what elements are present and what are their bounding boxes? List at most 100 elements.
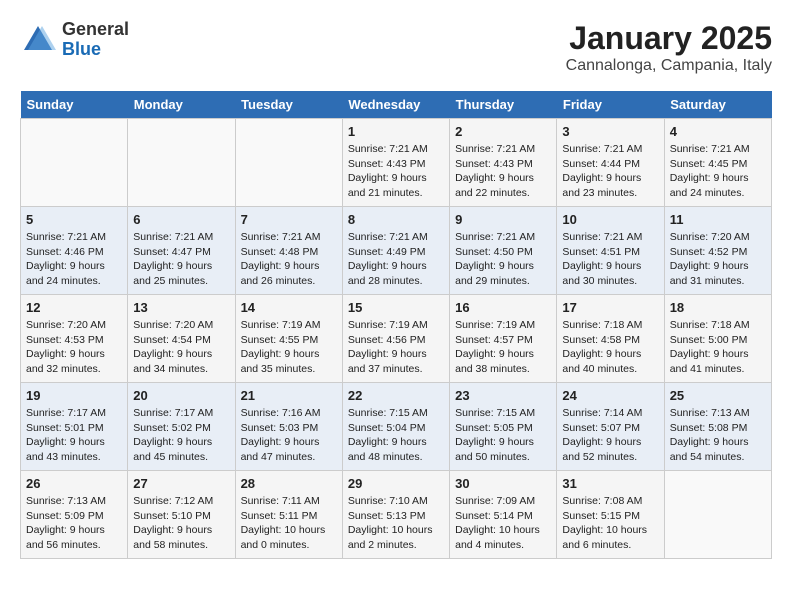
day-number: 30: [455, 476, 551, 491]
cell-content: Sunrise: 7:19 AM Sunset: 4:55 PM Dayligh…: [241, 318, 337, 377]
day-number: 8: [348, 212, 444, 227]
day-number: 29: [348, 476, 444, 491]
day-number: 9: [455, 212, 551, 227]
cell-content: Sunrise: 7:21 AM Sunset: 4:45 PM Dayligh…: [670, 142, 766, 201]
day-number: 3: [562, 124, 658, 139]
day-number: 16: [455, 300, 551, 315]
calendar-cell: 13 Sunrise: 7:20 AM Sunset: 4:54 PM Dayli…: [128, 295, 235, 383]
calendar-cell: 19 Sunrise: 7:17 AM Sunset: 5:01 PM Dayli…: [21, 383, 128, 471]
calendar-cell: 6 Sunrise: 7:21 AM Sunset: 4:47 PM Daylig…: [128, 207, 235, 295]
page-header: General Blue January 2025 Cannalonga, Ca…: [20, 20, 772, 75]
weekday-header-row: SundayMondayTuesdayWednesdayThursdayFrid…: [21, 91, 772, 119]
calendar-cell: 20 Sunrise: 7:17 AM Sunset: 5:02 PM Dayli…: [128, 383, 235, 471]
calendar-cell: 1 Sunrise: 7:21 AM Sunset: 4:43 PM Daylig…: [342, 119, 449, 207]
cell-content: Sunrise: 7:21 AM Sunset: 4:43 PM Dayligh…: [348, 142, 444, 201]
day-number: 4: [670, 124, 766, 139]
calendar-cell: 14Sunrise: 7:19 AM Sunset: 4:55 PM Dayli…: [235, 295, 342, 383]
calendar-subtitle: Cannalonga, Campania, Italy: [566, 57, 772, 75]
calendar-cell: 26 Sunrise: 7:13 AM Sunset: 5:09 PM Dayli…: [21, 471, 128, 559]
calendar-cell: [235, 119, 342, 207]
calendar-cell: 25 Sunrise: 7:13 AM Sunset: 5:08 PM Dayli…: [664, 383, 771, 471]
week-row-1: 1 Sunrise: 7:21 AM Sunset: 4:43 PM Daylig…: [21, 119, 772, 207]
cell-content: Sunrise: 7:12 AM Sunset: 5:10 PM Dayligh…: [133, 494, 229, 553]
cell-content: Sunrise: 7:08 AM Sunset: 5:15 PM Dayligh…: [562, 494, 658, 553]
calendar-cell: 31 Sunrise: 7:08 AM Sunset: 5:15 PM Dayli…: [557, 471, 664, 559]
weekday-header-thursday: Thursday: [450, 91, 557, 119]
cell-content: Sunrise: 7:18 AM Sunset: 4:58 PM Dayligh…: [562, 318, 658, 377]
calendar-cell: 29 Sunrise: 7:10 AM Sunset: 5:13 PM Dayli…: [342, 471, 449, 559]
weekday-header-tuesday: Tuesday: [235, 91, 342, 119]
week-row-3: 12Sunrise: 7:20 AM Sunset: 4:53 PM Dayli…: [21, 295, 772, 383]
day-number: 5: [26, 212, 122, 227]
logo-icon: [20, 22, 56, 58]
calendar-cell: [21, 119, 128, 207]
calendar-title: January 2025: [566, 20, 772, 57]
cell-content: Sunrise: 7:17 AM Sunset: 5:02 PM Dayligh…: [133, 406, 229, 465]
day-number: 19: [26, 388, 122, 403]
cell-content: Sunrise: 7:21 AM Sunset: 4:44 PM Dayligh…: [562, 142, 658, 201]
week-row-5: 26 Sunrise: 7:13 AM Sunset: 5:09 PM Dayli…: [21, 471, 772, 559]
cell-content: Sunrise: 7:20 AM Sunset: 4:54 PM Dayligh…: [133, 318, 229, 377]
cell-content: Sunrise: 7:19 AM Sunset: 4:57 PM Dayligh…: [455, 318, 551, 377]
logo-blue: Blue: [62, 39, 101, 59]
day-number: 18: [670, 300, 766, 315]
day-number: 23: [455, 388, 551, 403]
calendar-table: SundayMondayTuesdayWednesdayThursdayFrid…: [20, 91, 772, 559]
day-number: 27: [133, 476, 229, 491]
cell-content: Sunrise: 7:21 AM Sunset: 4:51 PM Dayligh…: [562, 230, 658, 289]
cell-content: Sunrise: 7:17 AM Sunset: 5:01 PM Dayligh…: [26, 406, 122, 465]
day-number: 12: [26, 300, 122, 315]
day-number: 11: [670, 212, 766, 227]
cell-content: Sunrise: 7:15 AM Sunset: 5:05 PM Dayligh…: [455, 406, 551, 465]
calendar-cell: 4 Sunrise: 7:21 AM Sunset: 4:45 PM Daylig…: [664, 119, 771, 207]
calendar-cell: 24Sunrise: 7:14 AM Sunset: 5:07 PM Dayli…: [557, 383, 664, 471]
weekday-header-saturday: Saturday: [664, 91, 771, 119]
day-number: 1: [348, 124, 444, 139]
cell-content: Sunrise: 7:20 AM Sunset: 4:52 PM Dayligh…: [670, 230, 766, 289]
calendar-cell: [664, 471, 771, 559]
cell-content: Sunrise: 7:21 AM Sunset: 4:50 PM Dayligh…: [455, 230, 551, 289]
cell-content: Sunrise: 7:21 AM Sunset: 4:47 PM Dayligh…: [133, 230, 229, 289]
calendar-cell: 27 Sunrise: 7:12 AM Sunset: 5:10 PM Dayli…: [128, 471, 235, 559]
day-number: 21: [241, 388, 337, 403]
cell-content: Sunrise: 7:11 AM Sunset: 5:11 PM Dayligh…: [241, 494, 337, 553]
cell-content: Sunrise: 7:21 AM Sunset: 4:48 PM Dayligh…: [241, 230, 337, 289]
cell-content: Sunrise: 7:09 AM Sunset: 5:14 PM Dayligh…: [455, 494, 551, 553]
day-number: 2: [455, 124, 551, 139]
calendar-cell: 5Sunrise: 7:21 AM Sunset: 4:46 PM Daylig…: [21, 207, 128, 295]
week-row-4: 19 Sunrise: 7:17 AM Sunset: 5:01 PM Dayli…: [21, 383, 772, 471]
weekday-header-wednesday: Wednesday: [342, 91, 449, 119]
week-row-2: 5Sunrise: 7:21 AM Sunset: 4:46 PM Daylig…: [21, 207, 772, 295]
day-number: 15: [348, 300, 444, 315]
cell-content: Sunrise: 7:18 AM Sunset: 5:00 PM Dayligh…: [670, 318, 766, 377]
cell-content: Sunrise: 7:13 AM Sunset: 5:09 PM Dayligh…: [26, 494, 122, 553]
day-number: 13: [133, 300, 229, 315]
calendar-cell: 11 Sunrise: 7:20 AM Sunset: 4:52 PM Dayli…: [664, 207, 771, 295]
cell-content: Sunrise: 7:10 AM Sunset: 5:13 PM Dayligh…: [348, 494, 444, 553]
cell-content: Sunrise: 7:19 AM Sunset: 4:56 PM Dayligh…: [348, 318, 444, 377]
weekday-header-monday: Monday: [128, 91, 235, 119]
calendar-cell: [128, 119, 235, 207]
day-number: 7: [241, 212, 337, 227]
day-number: 22: [348, 388, 444, 403]
calendar-cell: 21Sunrise: 7:16 AM Sunset: 5:03 PM Dayli…: [235, 383, 342, 471]
day-number: 25: [670, 388, 766, 403]
logo-general: General: [62, 19, 129, 39]
day-number: 31: [562, 476, 658, 491]
calendar-cell: 30 Sunrise: 7:09 AM Sunset: 5:14 PM Dayli…: [450, 471, 557, 559]
cell-content: Sunrise: 7:15 AM Sunset: 5:04 PM Dayligh…: [348, 406, 444, 465]
weekday-header-sunday: Sunday: [21, 91, 128, 119]
day-number: 26: [26, 476, 122, 491]
calendar-cell: 23 Sunrise: 7:15 AM Sunset: 5:05 PM Dayli…: [450, 383, 557, 471]
day-number: 6: [133, 212, 229, 227]
day-number: 20: [133, 388, 229, 403]
day-number: 28: [241, 476, 337, 491]
calendar-cell: 3 Sunrise: 7:21 AM Sunset: 4:44 PM Daylig…: [557, 119, 664, 207]
calendar-cell: 2Sunrise: 7:21 AM Sunset: 4:43 PM Daylig…: [450, 119, 557, 207]
calendar-cell: 8Sunrise: 7:21 AM Sunset: 4:49 PM Daylig…: [342, 207, 449, 295]
cell-content: Sunrise: 7:13 AM Sunset: 5:08 PM Dayligh…: [670, 406, 766, 465]
calendar-cell: 22 Sunrise: 7:15 AM Sunset: 5:04 PM Dayli…: [342, 383, 449, 471]
cell-content: Sunrise: 7:14 AM Sunset: 5:07 PM Dayligh…: [562, 406, 658, 465]
title-block: January 2025 Cannalonga, Campania, Italy: [566, 20, 772, 75]
day-number: 17: [562, 300, 658, 315]
